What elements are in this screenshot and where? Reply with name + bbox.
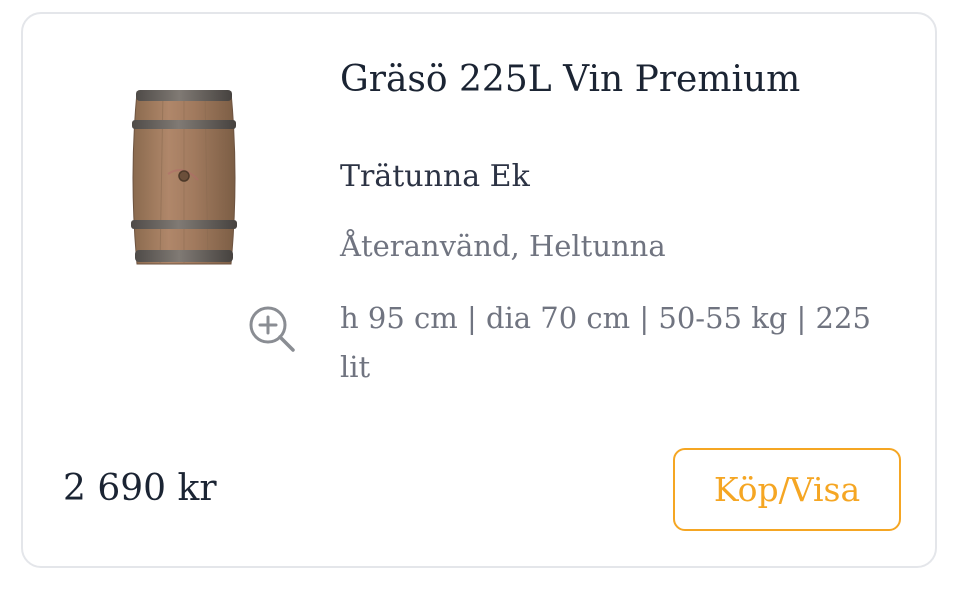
product-card: Gräsö 225L Vin Premium Trätunna Ek Återa… xyxy=(21,12,937,568)
buy-view-button[interactable]: Köp/Visa xyxy=(673,448,901,531)
zoom-in-icon[interactable] xyxy=(247,304,299,356)
barrel-image[interactable] xyxy=(123,84,245,272)
product-title: Gräsö 225L Vin Premium xyxy=(340,59,801,100)
product-specs: h 95 cm | dia 70 cm | 50-55 kg | 225 lit xyxy=(340,301,871,384)
product-price: 2 690 kr xyxy=(63,468,217,509)
product-condition: Återanvänd, Heltunna xyxy=(340,229,666,263)
product-type: Trätunna Ek xyxy=(340,159,530,194)
